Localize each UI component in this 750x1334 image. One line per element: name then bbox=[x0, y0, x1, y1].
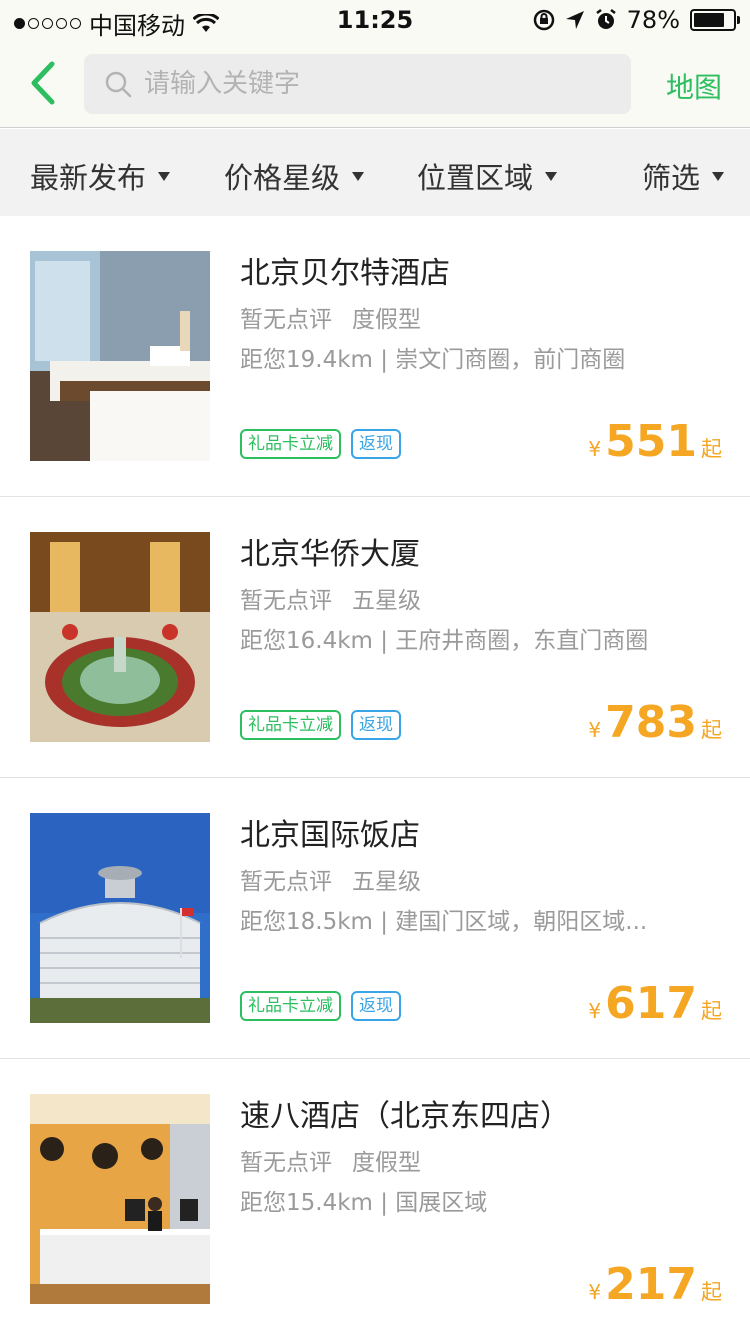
search-input[interactable] bbox=[144, 69, 604, 99]
giftcard-tag: 礼品卡立减 bbox=[240, 991, 341, 1021]
hotel-photo bbox=[30, 1094, 210, 1304]
hotel-location: 距您18.5km | 建国门区域，朝阳区域... bbox=[240, 909, 648, 935]
hotel-tags: 礼品卡立减 返现 bbox=[240, 991, 401, 1021]
price-amount: 783 bbox=[605, 697, 697, 748]
dropdown-caret-icon bbox=[352, 171, 365, 181]
hotel-meta: 暂无点评 五星级 bbox=[240, 581, 421, 615]
search-icon bbox=[105, 71, 132, 98]
hotel-price: ¥ 617 起 bbox=[588, 978, 722, 1029]
status-bar: 中国移动 11:25 78% bbox=[0, 0, 750, 40]
review-status: 暂无点评 bbox=[240, 307, 332, 333]
hotel-name: 北京贝尔特酒店 bbox=[240, 256, 450, 291]
hotel-location: 距您16.4km | 王府井商圈，东直门商圈 bbox=[240, 628, 649, 654]
hotel-list-item[interactable]: 北京贝尔特酒店 暂无点评 度假型 距您19.4km | 崇文门商圈，前门商圈 礼… bbox=[0, 216, 750, 497]
status-bar-right: 78% bbox=[533, 6, 740, 34]
cashback-tag: 返现 bbox=[351, 710, 401, 740]
cashback-tag: 返现 bbox=[351, 429, 401, 459]
hotel-tags: 礼品卡立减 返现 bbox=[240, 710, 401, 740]
filter-latest[interactable]: 最新发布 bbox=[30, 155, 171, 197]
filter-price-star[interactable]: 价格星级 bbox=[224, 155, 365, 197]
hotel-meta: 暂无点评 度假型 bbox=[240, 1143, 421, 1177]
review-status: 暂无点评 bbox=[240, 869, 332, 895]
dropdown-caret-icon bbox=[712, 171, 725, 181]
alarm-icon bbox=[595, 9, 616, 29]
filter-bar: 最新发布 价格星级 位置区域 筛选 bbox=[0, 129, 750, 216]
battery-percent: 78% bbox=[626, 6, 680, 34]
hotel-photo bbox=[30, 251, 210, 461]
currency-symbol: ¥ bbox=[588, 1280, 602, 1304]
hotel-name: 北京华侨大厦 bbox=[240, 537, 420, 572]
price-suffix: 起 bbox=[701, 437, 722, 461]
hotel-tags: 礼品卡立减 返现 bbox=[240, 429, 401, 459]
filter-screen[interactable]: 筛选 bbox=[642, 155, 725, 197]
hotel-location: 距您19.4km | 崇文门商圈，前门商圈 bbox=[240, 347, 626, 373]
search-box[interactable] bbox=[84, 54, 631, 114]
battery-icon bbox=[690, 9, 740, 31]
currency-symbol: ¥ bbox=[588, 718, 602, 742]
price-amount: 617 bbox=[605, 978, 697, 1029]
orientation-lock-icon bbox=[533, 9, 554, 31]
currency-symbol: ¥ bbox=[588, 437, 602, 461]
review-status: 暂无点评 bbox=[240, 1150, 332, 1176]
hotel-photo bbox=[30, 813, 210, 1023]
hotel-list: 北京贝尔特酒店 暂无点评 度假型 距您19.4km | 崇文门商圈，前门商圈 礼… bbox=[0, 216, 750, 1334]
filter-label: 位置区域 bbox=[417, 161, 534, 195]
hotel-location: 距您15.4km | 国展区域 bbox=[240, 1190, 488, 1216]
price-amount: 217 bbox=[605, 1259, 697, 1310]
dropdown-caret-icon bbox=[545, 171, 558, 181]
filter-label: 最新发布 bbox=[30, 161, 147, 195]
currency-symbol: ¥ bbox=[588, 999, 602, 1023]
map-button[interactable]: 地图 bbox=[666, 66, 722, 106]
price-suffix: 起 bbox=[701, 718, 722, 742]
hotel-meta: 暂无点评 五星级 bbox=[240, 862, 421, 896]
hotel-name: 速八酒店（北京东四店） bbox=[240, 1099, 570, 1134]
location-arrow-icon bbox=[565, 11, 584, 29]
hotel-price: ¥ 783 起 bbox=[588, 697, 722, 748]
hotel-price: ¥ 551 起 bbox=[588, 416, 722, 467]
price-amount: 551 bbox=[605, 416, 697, 467]
hotel-name: 北京国际饭店 bbox=[240, 818, 420, 853]
giftcard-tag: 礼品卡立减 bbox=[240, 710, 341, 740]
hotel-list-item[interactable]: 北京华侨大厦 暂无点评 五星级 距您16.4km | 王府井商圈，东直门商圈 礼… bbox=[0, 497, 750, 778]
price-suffix: 起 bbox=[701, 1280, 722, 1304]
hotel-meta: 暂无点评 度假型 bbox=[240, 300, 421, 334]
back-arrow-icon[interactable] bbox=[22, 60, 68, 106]
cashback-tag: 返现 bbox=[351, 991, 401, 1021]
nav-bar: 地图 bbox=[0, 40, 750, 128]
filter-label: 筛选 bbox=[642, 161, 701, 195]
hotel-list-item[interactable]: 速八酒店（北京东四店） 暂无点评 度假型 距您15.4km | 国展区域 ¥ 2… bbox=[0, 1059, 750, 1334]
hotel-category: 度假型 bbox=[352, 307, 421, 333]
hotel-list-item[interactable]: 北京国际饭店 暂无点评 五星级 距您18.5km | 建国门区域，朝阳区域...… bbox=[0, 778, 750, 1059]
battery-level bbox=[694, 13, 724, 27]
dropdown-caret-icon bbox=[158, 171, 171, 181]
price-suffix: 起 bbox=[701, 999, 722, 1023]
filter-location[interactable]: 位置区域 bbox=[417, 155, 558, 197]
hotel-category: 五星级 bbox=[352, 869, 421, 895]
hotel-category: 度假型 bbox=[352, 1150, 421, 1176]
hotel-photo bbox=[30, 532, 210, 742]
review-status: 暂无点评 bbox=[240, 588, 332, 614]
hotel-price: ¥ 217 起 bbox=[588, 1259, 722, 1310]
hotel-category: 五星级 bbox=[352, 588, 421, 614]
giftcard-tag: 礼品卡立减 bbox=[240, 429, 341, 459]
filter-label: 价格星级 bbox=[224, 161, 341, 195]
